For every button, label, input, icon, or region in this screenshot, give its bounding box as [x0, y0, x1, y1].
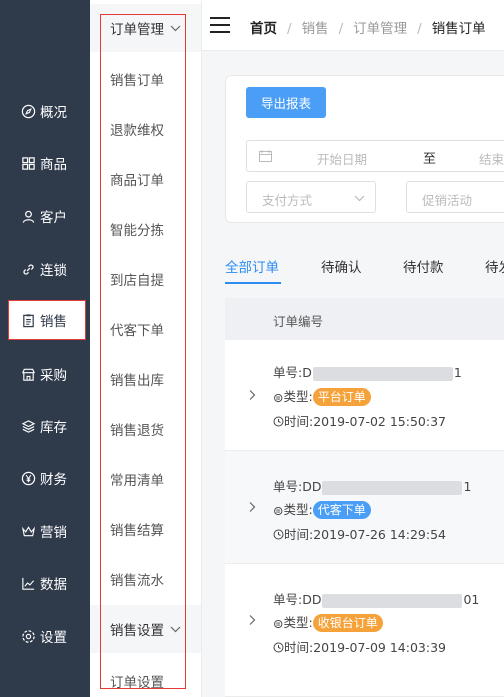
order-type: ⊜类型: 收银台订单 — [273, 612, 383, 632]
nav-item-overview[interactable]: 概况 — [0, 91, 90, 131]
order-type: ⊜类型: 平台订单 — [273, 386, 371, 406]
nav-item-chain[interactable]: 连锁 — [0, 249, 90, 289]
export-report-button[interactable]: 导出报表 — [246, 87, 326, 118]
order-time: 时间:2019-07-09 14:03:39 — [273, 637, 446, 656]
layers-icon — [20, 418, 36, 434]
order-number: 单号:D 1 — [273, 365, 462, 381]
chevron-down-icon — [354, 191, 365, 206]
date-range-separator: 至 — [423, 152, 437, 167]
nav-item-goods[interactable]: 商品 — [0, 143, 90, 183]
bell-icon: ⊜ — [273, 616, 284, 631]
crown-icon — [20, 523, 36, 539]
chart-icon — [20, 575, 36, 591]
redacted-block — [322, 480, 463, 495]
order-type-badge: 收银台订单 — [312, 614, 383, 632]
nav-label: 客户 — [40, 210, 67, 226]
nav-item-marketing[interactable]: 营销 — [0, 511, 90, 551]
order-type-badge: 平台订单 — [312, 388, 371, 406]
order-status-tabs: 全部订单 待确认 待付款 待发 — [202, 240, 504, 288]
main-nav: 概况 商品 客户 连锁 销售 采购 库存 财务 营销 数据 设置 — [0, 0, 90, 697]
nav-item-customers[interactable]: 客户 — [0, 196, 90, 236]
tab-pending-shipment[interactable]: 待发 — [485, 256, 504, 276]
breadcrumb: 首页 / 销售 / 订单管理 / 销售订单 — [250, 21, 486, 37]
date-range-picker[interactable]: 开始日期 至 结束 — [246, 140, 504, 172]
redacted-block — [322, 593, 463, 608]
nav-item-inventory[interactable]: 库存 — [0, 406, 90, 446]
order-type: ⊜类型: 代客下单 — [273, 499, 371, 519]
chevron-right-icon[interactable] — [247, 614, 257, 626]
order-time: 时间:2019-07-02 15:50:37 — [273, 411, 446, 430]
link-icon — [20, 261, 36, 277]
table-row[interactable]: 单号:DD 01 ⊜类型: 收银台订单 时间:2019-07-09 14:03:39 — [225, 564, 504, 697]
breadcrumb-home[interactable]: 首页 — [250, 21, 277, 37]
table-row[interactable]: 单号:D 1 ⊜类型: 平台订单 时间:2019-07-02 15:50:37 — [225, 340, 504, 451]
sub-nav: 订单管理 销售订单 退款维权 商品订单 智能分拣 到店自提 代客下单 销售出库 … — [90, 0, 202, 697]
nav-label: 商品 — [40, 157, 67, 173]
order-time: 时间:2019-07-26 14:29:54 — [273, 524, 446, 543]
highlight-box — [100, 14, 186, 689]
breadcrumb-order-management[interactable]: 订单管理 — [353, 21, 407, 37]
nav-label: 销售 — [40, 314, 67, 330]
user-icon — [20, 208, 36, 224]
nav-label: 采购 — [40, 368, 67, 384]
nav-label: 连锁 — [40, 263, 67, 279]
nav-label: 概况 — [40, 105, 67, 121]
nav-item-finance[interactable]: 财务 — [0, 458, 90, 498]
clipboard-icon — [20, 312, 36, 328]
clock-icon — [273, 415, 284, 430]
top-header: 首页 / 销售 / 订单管理 / 销售订单 — [202, 0, 504, 51]
promotion-placeholder: 促销活动 — [422, 193, 473, 208]
nav-label: 财务 — [40, 472, 67, 488]
settings-icon — [20, 628, 36, 644]
bell-icon: ⊜ — [273, 390, 284, 405]
grid-icon — [20, 155, 36, 171]
chevron-right-icon[interactable] — [247, 501, 257, 513]
store-icon — [20, 366, 36, 382]
nav-item-data[interactable]: 数据 — [0, 563, 90, 603]
menu-icon[interactable] — [210, 17, 230, 33]
bell-icon: ⊜ — [273, 503, 284, 518]
tab-pending-confirm[interactable]: 待确认 — [321, 256, 362, 276]
nav-item-purchase[interactable]: 采购 — [0, 354, 90, 394]
chevron-right-icon[interactable] — [247, 389, 257, 401]
clock-icon — [273, 641, 284, 656]
payment-method-select[interactable]: 支付方式 — [246, 181, 376, 213]
date-start-input[interactable]: 开始日期 — [317, 149, 367, 168]
nav-label: 设置 — [40, 630, 67, 646]
order-number: 单号:DD 01 — [273, 592, 480, 608]
promotion-select[interactable]: 促销活动 — [406, 181, 504, 213]
tab-pending-payment[interactable]: 待付款 — [403, 256, 444, 276]
breadcrumb-sales[interactable]: 销售 — [302, 21, 329, 37]
table-header: 订单编号 — [225, 298, 504, 340]
compass-icon — [20, 103, 36, 119]
breadcrumb-current: 销售订单 — [431, 21, 486, 37]
tab-all-orders[interactable]: 全部订单 — [225, 256, 279, 276]
order-type-badge: 代客下单 — [312, 501, 371, 519]
nav-label: 营销 — [40, 525, 67, 541]
nav-label: 库存 — [40, 420, 67, 436]
column-order-number: 订单编号 — [273, 314, 324, 329]
order-number: 单号:DD 1 — [273, 479, 472, 495]
redacted-block — [312, 366, 453, 381]
active-tab-indicator — [225, 282, 281, 284]
nav-label: 数据 — [40, 577, 67, 593]
table-row[interactable]: 单号:DD 1 ⊜类型: 代客下单 时间:2019-07-26 14:29:54 — [225, 451, 504, 564]
yen-icon — [20, 470, 36, 486]
calendar-icon — [259, 150, 272, 162]
date-end-input[interactable]: 结束 — [479, 149, 504, 168]
nav-item-sales[interactable]: 销售 — [8, 300, 86, 340]
payment-method-placeholder: 支付方式 — [262, 193, 313, 208]
nav-item-settings[interactable]: 设置 — [0, 616, 90, 656]
clock-icon — [273, 528, 284, 543]
